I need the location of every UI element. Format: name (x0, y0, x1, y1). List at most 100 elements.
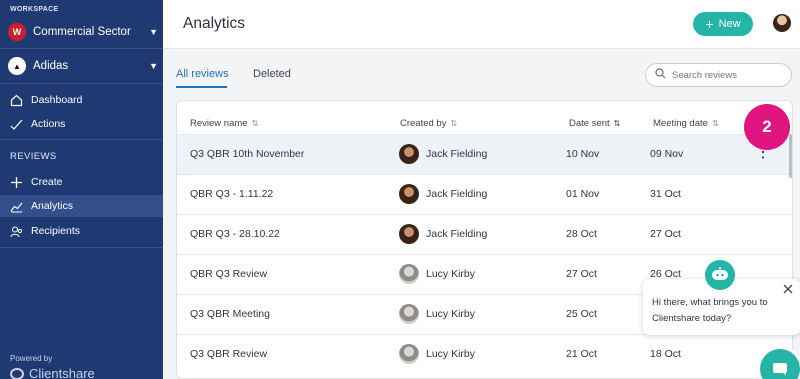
creator-name: Jack Fielding (426, 148, 488, 160)
meeting-date: 31 Oct (650, 188, 681, 200)
client-logo-icon: ▲ (8, 57, 26, 75)
sidebar-item-dashboard[interactable]: Dashboard (0, 89, 163, 111)
avatar (399, 304, 419, 324)
created-by: Lucy Kirby (399, 344, 475, 364)
sidebar-item-label: Actions (31, 118, 66, 130)
creator-name: Jack Fielding (426, 228, 488, 240)
sort-icon: ⇅ (251, 119, 259, 128)
user-search-icon (9, 224, 23, 238)
page-title: Analytics (183, 15, 246, 32)
tab-all-reviews[interactable]: All reviews (176, 68, 229, 80)
creator-name: Lucy Kirby (426, 268, 476, 280)
review-name: QBR Q3 - 1.11.22 (190, 188, 274, 200)
reviews-table: Review name ⇅ Created by ⇅ Date sent ⇅ M… (176, 100, 793, 379)
review-name: QBR Q3 - 28.10.22 (190, 228, 280, 240)
chat-message: Hi there, what brings you to Clientshare… (652, 297, 768, 324)
divider (0, 247, 163, 248)
avatar (399, 344, 419, 364)
avatar (399, 224, 419, 244)
table-row[interactable]: QBR Q3 - 28.10.22 Jack Fielding 28 Oct 2… (177, 214, 792, 254)
workspace-name: Commercial Sector (33, 26, 131, 38)
table-row[interactable]: Q3 QBR Review Lucy Kirby 21 Oct 18 Oct (177, 334, 792, 374)
tab-deleted[interactable]: Deleted (253, 68, 291, 80)
column-header-label: Created by (400, 118, 447, 129)
sidebar-item-label: Create (31, 176, 63, 188)
created-by: Lucy Kirby (399, 264, 475, 284)
review-name: QBR Q3 Review (190, 268, 268, 280)
brand-name: Clientshare (29, 366, 95, 379)
user-avatar[interactable] (773, 14, 791, 32)
meeting-date: 09 Nov (650, 148, 684, 160)
step-badge: 2 (744, 104, 790, 150)
sidebar-item-create[interactable]: Create (0, 171, 163, 193)
meeting-date: 27 Oct (650, 228, 681, 240)
created-by: Jack Fielding (399, 144, 487, 164)
clientshare-logo-icon (10, 367, 24, 379)
sort-icon: ⇅ (711, 119, 719, 128)
column-header-review-name[interactable]: Review name ⇅ (190, 118, 258, 129)
chart-line-icon (9, 199, 23, 213)
date-sent: 25 Oct (566, 308, 597, 320)
sidebar-item-analytics[interactable]: Analytics (0, 195, 163, 217)
creator-name: Jack Fielding (426, 188, 488, 200)
avatar (399, 184, 419, 204)
column-header-label: Meeting date (653, 118, 708, 129)
column-header-label: Date sent (569, 118, 610, 129)
column-header-created-by[interactable]: Created by ⇅ (400, 118, 457, 129)
workspace-logo-icon: W (8, 23, 26, 41)
scrollbar[interactable] (789, 134, 792, 178)
date-sent: 21 Oct (566, 348, 597, 360)
client-name: Adidas (33, 60, 69, 72)
created-by: Jack Fielding (399, 224, 487, 244)
new-button-label: New (718, 18, 741, 30)
reviews-section-label: REVIEWS (10, 151, 57, 162)
date-sent: 27 Oct (566, 268, 597, 280)
powered-by-label: Powered by (10, 354, 53, 363)
search-box[interactable] (645, 63, 792, 87)
date-sent: 01 Nov (566, 188, 600, 200)
plus-icon (9, 175, 23, 189)
review-name: Q3 QBR Meeting (190, 308, 270, 320)
creator-name: Lucy Kirby (426, 308, 476, 320)
column-header-meeting-date[interactable]: Meeting date ⇅ (653, 118, 719, 129)
sidebar-item-label: Recipients (31, 225, 81, 237)
sidebar-item-actions[interactable]: Actions (0, 113, 163, 135)
chat-launcher-button[interactable] (760, 349, 800, 379)
active-tab-indicator (176, 86, 227, 88)
table-row[interactable]: QBR Q3 - 1.11.22 Jack Fielding 01 Nov 31… (177, 174, 792, 214)
sidebar: WORKSPACE W Commercial Sector ▼ ▲ Adidas… (0, 0, 163, 379)
sidebar-item-label: Analytics (31, 200, 74, 212)
divider (0, 83, 163, 84)
divider (0, 48, 163, 49)
brand-logo: Clientshare (10, 366, 95, 379)
chevron-down-icon: ▼ (149, 61, 158, 71)
check-icon (9, 117, 23, 131)
created-by: Lucy Kirby (399, 304, 475, 324)
sort-icon: ⇅ (613, 119, 621, 128)
avatar (399, 264, 419, 284)
date-sent: 10 Nov (566, 148, 600, 160)
workspace-label: WORKSPACE (10, 6, 59, 13)
sort-icon: ⇅ (450, 119, 458, 128)
review-name: Q3 QBR 10th November (190, 148, 305, 160)
creator-name: Lucy Kirby (426, 348, 476, 360)
chat-bubble-icon (773, 363, 787, 376)
client-switcher[interactable]: ▲ Adidas ▼ (8, 55, 158, 77)
divider (0, 139, 163, 140)
plus-icon: + (705, 16, 714, 32)
chatbot-icon (705, 260, 735, 290)
avatar (399, 144, 419, 164)
workspace-switcher[interactable]: W Commercial Sector ▼ (8, 21, 158, 43)
top-bar: Analytics + New (163, 0, 800, 49)
meeting-date: 18 Oct (650, 348, 681, 360)
column-header-label: Review name (190, 118, 248, 129)
close-icon[interactable] (783, 283, 793, 297)
review-name: Q3 QBR Review (190, 348, 268, 360)
sidebar-item-label: Dashboard (31, 94, 83, 106)
new-button[interactable]: + New (693, 12, 753, 36)
column-header-date-sent[interactable]: Date sent ⇅ (569, 118, 620, 129)
home-icon (9, 93, 23, 107)
sidebar-item-recipients[interactable]: Recipients (0, 220, 163, 242)
search-input[interactable] (672, 69, 782, 81)
table-row[interactable]: Q3 QBR 10th November Jack Fielding 10 No… (177, 134, 792, 174)
